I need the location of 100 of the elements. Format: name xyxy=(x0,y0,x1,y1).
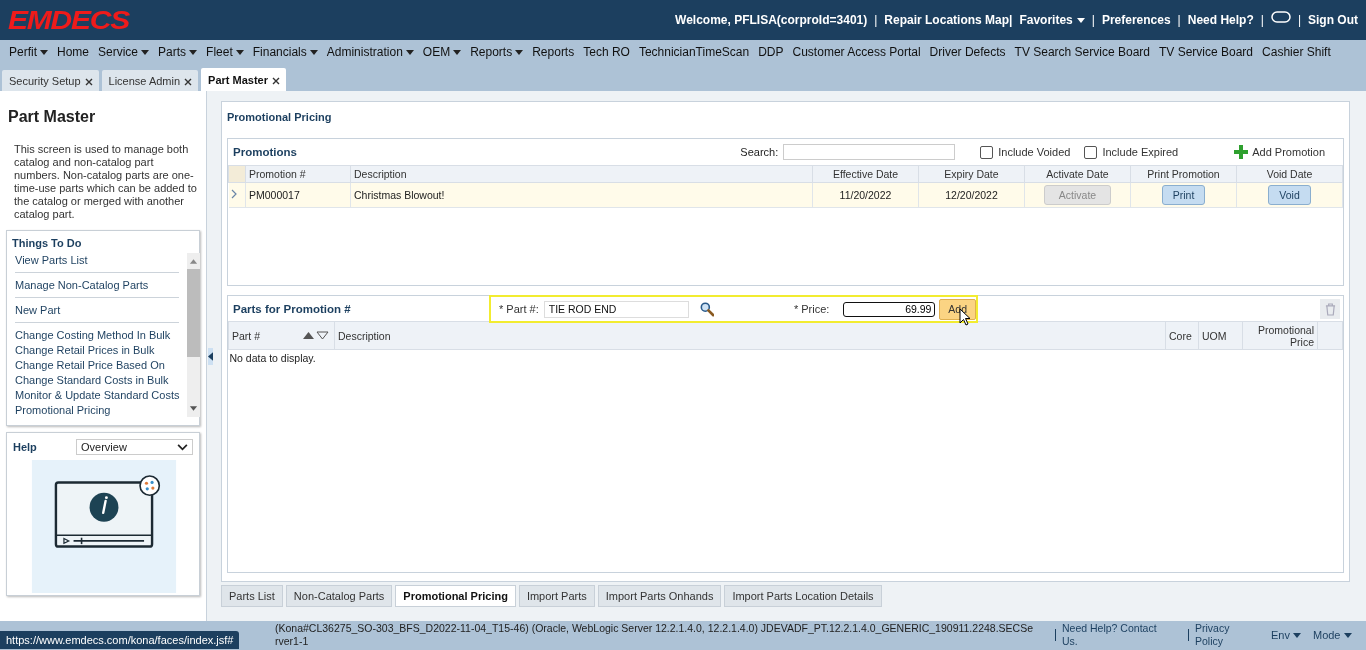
menu-item[interactable]: Driver Defects xyxy=(929,45,1015,59)
column-header[interactable]: Void Date xyxy=(1236,165,1343,183)
menu-item[interactable]: Administration xyxy=(326,45,423,59)
section-title: Promotional Pricing xyxy=(227,110,333,125)
menu-item[interactable]: Customer Access Portal xyxy=(792,45,930,59)
document-tab[interactable]: Part Master xyxy=(201,68,286,91)
caret-icon xyxy=(141,49,150,55)
menu-item[interactable]: Reports xyxy=(470,45,533,59)
include-checkbox[interactable]: Include Expired xyxy=(1084,145,1179,159)
task-link[interactable]: Promotional Pricing xyxy=(15,404,111,416)
menu-item[interactable]: Home xyxy=(57,45,99,59)
menu-item[interactable]: DDP xyxy=(758,45,793,59)
sort-icon[interactable] xyxy=(302,331,330,340)
task-link[interactable]: Change Retail Price Based On xyxy=(15,359,165,371)
separator: | xyxy=(1260,13,1264,27)
caret-icon xyxy=(453,49,462,55)
document-tab[interactable]: Security Setup xyxy=(2,70,99,91)
field-label: * Price: xyxy=(793,303,830,315)
separator: | xyxy=(1177,13,1181,27)
empty-message: No data to display. xyxy=(229,352,316,364)
topic-dropdown[interactable]: Overview xyxy=(76,439,193,455)
close-icon[interactable] xyxy=(84,78,93,86)
column-header[interactable]: Effective Date xyxy=(812,165,919,183)
page-tab[interactable]: Promotional Pricing xyxy=(395,585,516,607)
menu-item[interactable]: TV Search Service Board xyxy=(1014,45,1159,59)
page-tab[interactable]: Import Parts xyxy=(518,585,595,607)
caret-icon xyxy=(405,49,414,55)
caret-icon xyxy=(189,49,198,55)
footer-menu[interactable]: Mode xyxy=(1312,629,1352,641)
scroll-up-icon[interactable] xyxy=(189,258,199,264)
caret-icon xyxy=(1292,632,1301,638)
scrollbar[interactable] xyxy=(187,253,201,417)
menu-item[interactable]: TechnicianTimeScan xyxy=(638,45,759,59)
footer-menu[interactable]: Env xyxy=(1271,629,1301,641)
menu-item[interactable]: OEM xyxy=(422,45,471,59)
caret-icon xyxy=(235,49,244,55)
void-button[interactable]: Void xyxy=(1268,185,1311,205)
separator: | xyxy=(874,13,878,27)
header-link[interactable]: Need Help? xyxy=(1187,13,1254,27)
menu-item[interactable]: TV Service Board xyxy=(1159,45,1263,59)
footer-link[interactable]: Need Help? Contact Us. xyxy=(1062,622,1174,648)
caret-icon xyxy=(515,49,524,55)
column-header[interactable]: Promotion # xyxy=(245,165,351,183)
welcome-text: Welcome, PFLISA(corproId=3401) xyxy=(675,13,868,27)
task-link[interactable]: View Parts List xyxy=(15,254,88,266)
column-header[interactable]: Description xyxy=(350,165,813,183)
column-header[interactable]: Expiry Date xyxy=(918,165,1025,183)
page-description: This screen is used to manage both catalog and non-catalog part numbers. Non-catalog parts are one-time-use parts which can be added to the catalog or merged with another catalog part. xyxy=(13,142,198,221)
task-link[interactable]: Change Retail Prices in Bulk xyxy=(15,344,155,356)
table-cell: Christmas Blowout! xyxy=(350,182,813,208)
page-tab[interactable]: Import Parts Onhands xyxy=(597,585,722,607)
url-tooltip: https://www.emdecs.com/kona/faces/index.jsf# xyxy=(0,631,240,649)
add-promotion-link[interactable]: Add Promotion xyxy=(1234,145,1325,159)
task-link[interactable]: Change Standard Costs in Bulk xyxy=(15,374,169,386)
menu-item[interactable]: Cashier Shift xyxy=(1262,45,1340,59)
column-header[interactable]: Print Promotion xyxy=(1130,165,1237,183)
panel-title: Promotions xyxy=(233,146,297,158)
task-link[interactable]: Manage Non-Catalog Parts xyxy=(15,279,149,291)
page-tab[interactable]: Non-Catalog Parts xyxy=(285,585,393,607)
menu-item[interactable]: Reports xyxy=(532,45,584,59)
panel-title: Things To Do xyxy=(12,237,83,251)
search-icon[interactable] xyxy=(699,301,714,317)
caret-icon xyxy=(309,49,318,55)
version-text: (Kona#CL36275_SO-303_BFS_D2022-11-04_T15-46) (Oracle, WebLogic Server 12.2.1.4.0, 12.2.1.4.0) JDEVADF_PT.12.2.1.4.0_GENERIC_190911.2248.SECServer1-1 xyxy=(275,622,1034,648)
document-tab[interactable]: License Admin xyxy=(101,70,199,91)
menu-item[interactable]: Fleet xyxy=(206,45,253,59)
task-link[interactable]: Monitor & Update Standard Costs xyxy=(15,389,180,401)
expand-icon[interactable] xyxy=(230,189,237,199)
footer-link[interactable]: Privacy Policy xyxy=(1195,622,1245,648)
plus-icon xyxy=(1234,145,1249,159)
task-link[interactable]: Change Costing Method In Bulk xyxy=(15,329,171,341)
menu-item[interactable]: Tech RO xyxy=(583,45,639,59)
page-title: Part Master xyxy=(7,107,97,127)
caret-icon xyxy=(1343,632,1352,638)
page-tab[interactable]: Import Parts Location Details xyxy=(724,585,882,607)
header-link[interactable]: Repair Locations Map| xyxy=(884,13,1013,27)
column-header[interactable]: Activate Date xyxy=(1024,165,1131,183)
search-label: Search: xyxy=(740,146,779,158)
table-cell: PM000017 xyxy=(245,182,351,208)
search-field[interactable] xyxy=(783,144,956,160)
menu-item[interactable]: Financials xyxy=(252,45,327,59)
favorites-menu[interactable]: Favorites xyxy=(1019,13,1085,27)
menu-item[interactable]: Perfit xyxy=(9,45,57,59)
menu-item[interactable]: Service xyxy=(98,45,159,59)
include-checkbox[interactable]: Include Voided xyxy=(980,145,1071,159)
part-number-field[interactable]: TIE ROD END xyxy=(543,300,689,318)
chat-icon[interactable] xyxy=(1270,11,1291,23)
header-link[interactable]: Preferences xyxy=(1101,13,1171,27)
print-button[interactable]: Print xyxy=(1161,185,1206,205)
header-link[interactable]: Sign Out xyxy=(1308,13,1358,27)
page-tab[interactable]: Parts List xyxy=(221,585,283,607)
close-icon[interactable] xyxy=(272,77,280,85)
caret-icon xyxy=(1076,17,1085,23)
scroll-down-icon[interactable] xyxy=(189,406,199,412)
table-cell: 12/20/2022 xyxy=(918,182,1025,208)
price-field[interactable]: 69.99 xyxy=(843,301,936,317)
close-icon[interactable] xyxy=(184,78,193,86)
column-header[interactable]: Part # xyxy=(232,329,260,342)
menu-item[interactable]: Parts xyxy=(158,45,207,59)
task-link[interactable]: New Part xyxy=(15,304,61,316)
